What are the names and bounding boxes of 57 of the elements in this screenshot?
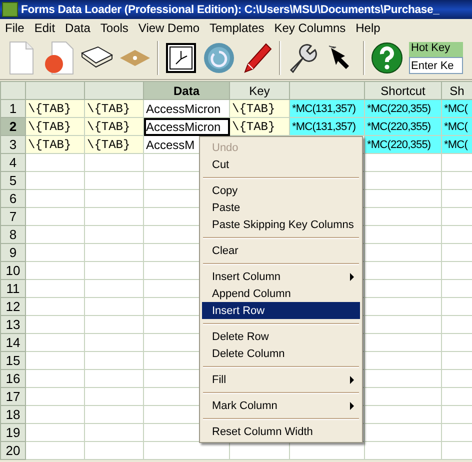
row-header[interactable]: 1 xyxy=(0,100,26,118)
app-icon xyxy=(2,2,18,17)
window-title: Forms Data Loader (Professional Edition): C:\Users\MSU\Documents\Purchase_ xyxy=(21,4,440,16)
row-header[interactable]: 16 xyxy=(0,370,26,388)
column-header[interactable]: Sh xyxy=(442,82,472,100)
record-document-icon[interactable] xyxy=(44,41,74,75)
menu-item[interactable]: Insert Column xyxy=(202,268,360,285)
row-header[interactable]: 8 xyxy=(0,226,26,244)
column-header[interactable]: Shortcut xyxy=(364,82,442,100)
row-header[interactable]: 17 xyxy=(0,388,26,406)
row-header[interactable]: 9 xyxy=(0,244,26,262)
row-header[interactable]: 15 xyxy=(0,352,26,370)
menu-item[interactable]: Copy xyxy=(202,182,360,199)
menu-item[interactable]: Help xyxy=(350,19,386,37)
menu-item[interactable]: Edit xyxy=(29,19,60,37)
row-header[interactable]: 3 xyxy=(0,136,26,154)
menu-item[interactable]: Tools xyxy=(95,19,134,37)
row-header[interactable]: 20 xyxy=(0,442,26,460)
menu-item[interactable]: Paste Skipping Key Columns xyxy=(202,216,360,233)
refresh-icon[interactable] xyxy=(203,42,235,74)
menu-item[interactable]: Reset Column Width xyxy=(202,423,360,440)
row-header[interactable]: 14 xyxy=(0,334,26,352)
row-header[interactable]: 10 xyxy=(0,262,26,280)
menu-item[interactable]: View Demo xyxy=(133,19,205,37)
diamond-icon[interactable] xyxy=(119,48,151,68)
menu-item[interactable]: Fill xyxy=(202,371,360,388)
menu-item[interactable]: Insert Row xyxy=(202,302,360,319)
row-header[interactable]: 19 xyxy=(0,424,26,442)
row-header[interactable]: 4 xyxy=(0,154,26,172)
clock-icon[interactable] xyxy=(166,43,196,73)
menu-item[interactable]: Delete Column xyxy=(202,345,360,362)
row-header[interactable]: 12 xyxy=(0,298,26,316)
hot-key-label: Hot Key xyxy=(409,42,463,57)
row-header[interactable]: 13 xyxy=(0,316,26,334)
row-header[interactable]: 18 xyxy=(0,406,26,424)
menu-item[interactable]: Append Column xyxy=(202,285,360,302)
row-header[interactable]: 6 xyxy=(0,190,26,208)
menu-item[interactable]: Paste xyxy=(202,199,360,216)
menu-item[interactable]: Templates xyxy=(204,19,270,37)
pencil-icon[interactable] xyxy=(242,42,272,74)
help-icon[interactable] xyxy=(371,42,403,74)
row-header[interactable]: 5 xyxy=(0,172,26,190)
menu-item[interactable]: Clear xyxy=(202,242,360,259)
hot-key-field[interactable]: Enter Ke xyxy=(409,57,463,74)
row-header[interactable]: 2 xyxy=(0,118,26,136)
row-header[interactable]: 11 xyxy=(0,280,26,298)
menu-item[interactable]: File xyxy=(0,19,30,37)
row-header[interactable]: 7 xyxy=(0,208,26,226)
column-header[interactable]: Data xyxy=(144,82,230,100)
column-header[interactable]: Key xyxy=(230,82,290,100)
menu-item[interactable]: Delete Row xyxy=(202,328,360,345)
menu-item[interactable]: Key Columns xyxy=(269,19,351,37)
menu-item[interactable]: Cut xyxy=(202,156,360,173)
menu-item[interactable]: Data xyxy=(60,19,96,37)
menu-item[interactable]: Mark Column xyxy=(202,397,360,414)
wrench-icon[interactable] xyxy=(287,42,319,74)
document-icon[interactable] xyxy=(8,41,34,75)
